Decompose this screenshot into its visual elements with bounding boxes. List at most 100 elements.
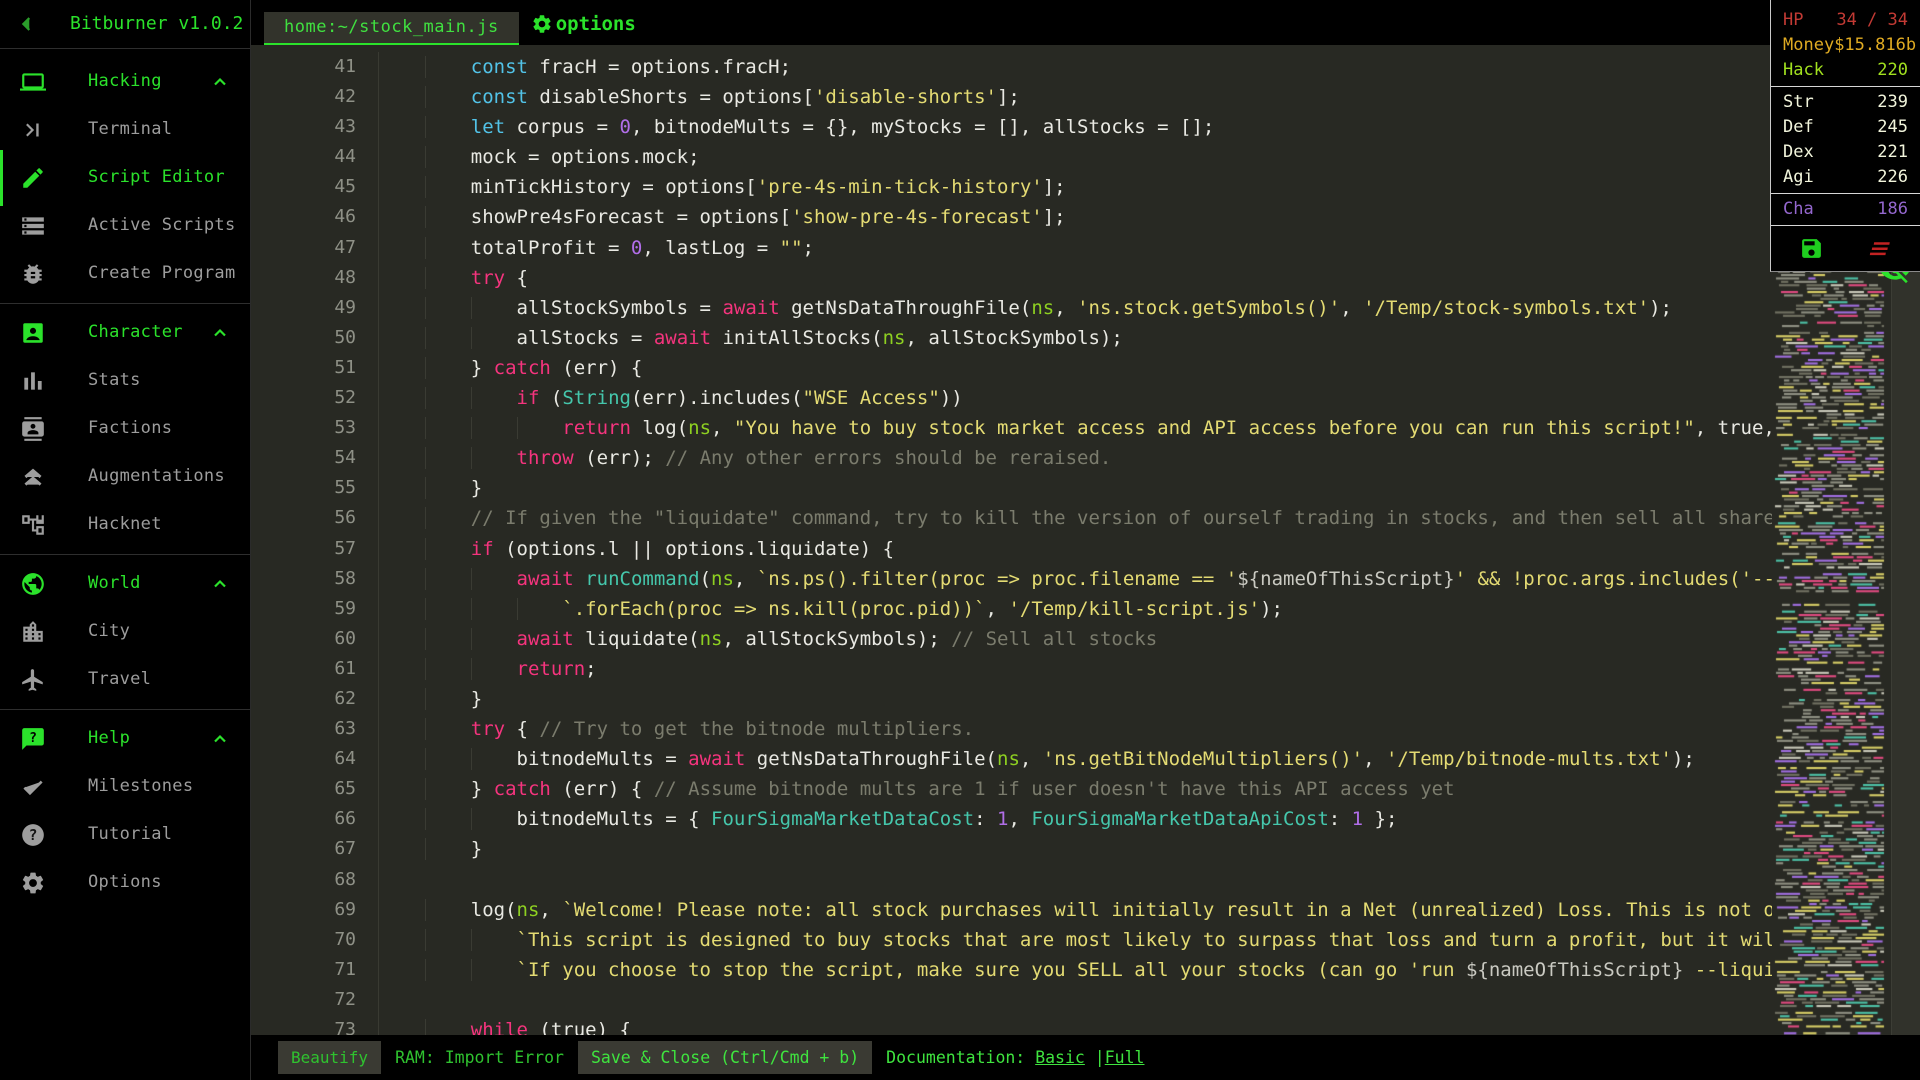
line-content: let corpus = 0, bitnodeMults = {}, mySto…	[378, 112, 1772, 143]
sidebar-section-help[interactable]: ? Help	[0, 715, 250, 763]
editor-options-button[interactable]: options	[531, 13, 636, 35]
code-line: 44 mock = options.mock;	[250, 142, 1772, 173]
sidebar-item-label: Stats	[88, 370, 141, 390]
line-content	[378, 864, 1772, 895]
code-line: 70 `This script is designed to buy stock…	[250, 924, 1772, 955]
open-file-tab[interactable]: home:~/stock_main.js	[264, 12, 519, 45]
sidebar-item-options[interactable]: Options	[0, 859, 250, 907]
line-number: 49	[334, 296, 356, 318]
kill-scripts-icon[interactable]	[1868, 236, 1895, 261]
line-content	[378, 984, 1772, 1015]
line-content: // If given the "liquidate" command, try…	[378, 503, 1772, 534]
line-number: 44	[334, 146, 356, 168]
beautify-button[interactable]: Beautify	[278, 1041, 382, 1074]
line-number: 45	[334, 176, 356, 198]
bitburner-app: { "app": { "title": "Bitburner v1.0.2" }…	[0, 0, 1920, 1080]
documentation-basic-link[interactable]: Basic	[1035, 1048, 1085, 1067]
sidebar: Bitburner v1.0.2 Hacking Terminal Script E…	[0, 0, 251, 1080]
sidebar-divider	[0, 709, 250, 710]
code-line: 51 } catch (err) {	[250, 352, 1772, 384]
person-badge-icon	[20, 320, 46, 346]
line-number: 41	[334, 56, 356, 77]
ram-status-label: RAM: Import Error	[395, 1048, 564, 1067]
stat-value: 186	[1877, 199, 1908, 219]
line-content: }	[378, 834, 1772, 865]
code-line: 59 `.forEach(proc => ns.kill(proc.pid))`…	[250, 593, 1772, 624]
line-content: await liquidate(ns, allStockSymbols); //…	[378, 623, 1772, 654]
sidebar-item-milestones[interactable]: Milestones	[0, 763, 250, 811]
sidebar-item-label: Factions	[88, 418, 173, 438]
sidebar-divider	[0, 303, 250, 304]
code-line: 62 }	[250, 683, 1772, 715]
line-number: 58	[334, 567, 356, 589]
line-number: 42	[334, 86, 356, 108]
code-line: 46 showPre4sForecast = options['show-pre…	[250, 202, 1772, 233]
sidebar-item-hacknet[interactable]: Hacknet	[0, 501, 250, 549]
line-number: 60	[334, 627, 356, 649]
chevron-up-icon	[210, 574, 230, 594]
line-number: 71	[334, 958, 356, 980]
sidebar-item-script-editor[interactable]: Script Editor	[0, 150, 250, 206]
code-line: 71 `If you choose to stop the script, ma…	[250, 954, 1772, 985]
pencil-icon	[20, 165, 46, 191]
overview-divider	[1771, 225, 1920, 226]
stat-label: HP	[1783, 10, 1804, 30]
line-content: const disableShorts = options['disable-s…	[378, 82, 1772, 113]
sidebar-section-character[interactable]: Character	[0, 309, 250, 357]
overview-actions	[1771, 236, 1920, 261]
sidebar-section-world[interactable]: World	[0, 560, 250, 608]
line-number: 64	[334, 748, 356, 770]
sidebar-section-label: Character	[88, 322, 183, 342]
line-content: `This script is designed to buy stocks t…	[378, 924, 1772, 955]
sidebar-header: Bitburner v1.0.2	[0, 0, 250, 49]
line-content: totalProfit = 0, lastLog = "";	[378, 232, 1772, 263]
documentation-full-link[interactable]: Full	[1105, 1048, 1145, 1067]
sidebar-item-augmentations[interactable]: Augmentations	[0, 453, 250, 501]
line-content: allStockSymbols = await getNsDataThrough…	[378, 292, 1772, 323]
editor-options-label: options	[555, 13, 636, 35]
line-content: try { // Try to get the bitnode multipli…	[378, 714, 1772, 745]
sidebar-item-create-program[interactable]: Create Program	[0, 250, 250, 298]
double-chevron-up-icon	[20, 464, 46, 490]
airplane-icon	[20, 667, 46, 693]
line-number: 67	[334, 838, 356, 860]
sidebar-section-hacking[interactable]: Hacking	[0, 58, 250, 106]
code-line: 48 try {	[250, 262, 1772, 293]
collapse-sidebar-button[interactable]	[16, 13, 38, 35]
line-number: 69	[334, 898, 356, 920]
line-content: if (options.l || options.liquidate) {	[378, 533, 1772, 564]
question-circle-icon: ?	[20, 822, 46, 848]
code-line: 66 bitnodeMults = { FourSigmaMarketDataC…	[250, 804, 1772, 835]
editor-minimap[interactable]	[1772, 255, 1892, 1035]
code-line: 52 if (String(err).includes("WSE Access"…	[250, 383, 1772, 414]
laptop-icon	[20, 69, 46, 95]
stat-label: Money	[1783, 35, 1835, 55]
code-editor[interactable]: 41 const fracH = options.fracH; 42 const …	[250, 45, 1920, 1035]
sidebar-section-label: Hacking	[88, 71, 162, 91]
sidebar-item-label: Script Editor	[88, 167, 225, 187]
terminal-icon	[20, 117, 46, 143]
documentation-links: Documentation: Basic |Full	[886, 1048, 1144, 1067]
line-number: 68	[334, 868, 356, 890]
sidebar-item-city[interactable]: City	[0, 608, 250, 656]
sidebar-item-travel[interactable]: Travel	[0, 656, 250, 704]
save-close-button[interactable]: Save & Close (Ctrl/Cmd + b)	[577, 1041, 873, 1074]
save-game-icon[interactable]	[1799, 236, 1824, 261]
sidebar-item-tutorial[interactable]: ? Tutorial	[0, 811, 250, 859]
sidebar-item-stats[interactable]: Stats	[0, 357, 250, 405]
line-content: await runCommand(ns, `ns.ps().filter(pro…	[378, 563, 1772, 594]
stat-value: 221	[1877, 142, 1908, 162]
code-line: 53 return log(ns, "You have to buy stock…	[250, 413, 1772, 444]
editor-tab-bar: home:~/stock_main.js options	[250, 0, 1920, 45]
line-content: while (true) {	[378, 1015, 1772, 1035]
line-number: 48	[334, 266, 356, 288]
sidebar-item-terminal[interactable]: Terminal	[0, 106, 250, 154]
code-line: 64 bitnodeMults = await getNsDataThrough…	[250, 744, 1772, 775]
sidebar-item-factions[interactable]: Factions	[0, 405, 250, 453]
line-number: 47	[334, 236, 356, 258]
line-content: }	[378, 473, 1772, 504]
sidebar-item-active-scripts[interactable]: Active Scripts	[0, 202, 250, 250]
overview-divider	[1771, 86, 1920, 87]
overview-row-agi: Agi 226	[1771, 165, 1920, 190]
line-number: 46	[334, 206, 356, 228]
